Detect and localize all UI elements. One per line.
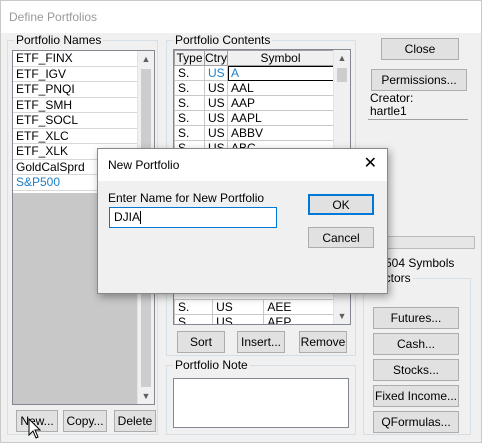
insert-button[interactable]: Insert... [237, 331, 285, 353]
close-icon[interactable]: ✕ [364, 154, 377, 174]
list-item[interactable]: ETF_SMH [13, 98, 138, 113]
col-symbol[interactable]: Symbol [227, 50, 334, 66]
portfolio-name-input[interactable]: DJIA [109, 207, 277, 228]
list-item[interactable]: ETF_SOCL [13, 113, 138, 129]
contents-grid-lower: S. US AEE S. US AEP [174, 299, 334, 324]
cell-type[interactable]: S. [174, 110, 205, 126]
cell-ctry[interactable]: US [204, 125, 228, 141]
cell-symbol[interactable]: AAL [227, 80, 334, 96]
close-button[interactable]: Close [381, 38, 459, 60]
cell-ctry[interactable]: US [212, 299, 265, 315]
cell-type[interactable]: S. [174, 299, 214, 315]
cell-ctry[interactable]: US [212, 314, 265, 324]
cell-symbol[interactable]: AEE [263, 299, 334, 315]
delete-portfolio-button[interactable]: Delete [114, 410, 156, 432]
fixed-income-button[interactable]: Fixed Income... [373, 385, 459, 407]
cell-ctry[interactable]: US [204, 65, 228, 81]
selectors-group: ectors Futures... Cash... Stocks... Fixe… [363, 271, 471, 435]
col-ctry[interactable]: Ctry [204, 50, 228, 66]
table-row[interactable]: S. US AAL [174, 80, 334, 96]
portfolio-note-label: Portfolio Note [173, 358, 250, 372]
copy-portfolio-button[interactable]: Copy... [63, 410, 107, 432]
cell-symbol[interactable]: AAPL [227, 110, 334, 126]
cell-type[interactable]: S. [174, 95, 205, 111]
cancel-button[interactable]: Cancel [308, 227, 374, 248]
dialog-title-bar: New Portfolio ✕ [98, 149, 387, 181]
col-type[interactable]: Type [174, 50, 205, 66]
table-row[interactable]: S. US AAP [174, 95, 334, 111]
scroll-down-icon[interactable]: ▼ [138, 388, 154, 404]
table-row[interactable]: S. US ABBV [174, 125, 334, 141]
cell-ctry[interactable]: US [204, 95, 228, 111]
ok-button[interactable]: OK [308, 194, 374, 215]
portfolio-note-group: Portfolio Note [166, 358, 356, 435]
portfolio-names-label: Portfolio Names [14, 33, 104, 47]
scroll-down-icon[interactable]: ▼ [334, 308, 350, 324]
mouse-pointer-icon [28, 418, 42, 439]
window-title: Define Portfolios [9, 10, 98, 24]
creator-label: Creator: [370, 91, 414, 105]
list-item[interactable]: ETF_FINX [13, 51, 138, 67]
remove-button[interactable]: Remove [299, 331, 347, 353]
dialog-title: New Portfolio [108, 158, 180, 172]
title-bar: Define Portfolios [1, 1, 481, 33]
new-portfolio-dialog: New Portfolio ✕ Enter Name for New Portf… [97, 148, 388, 294]
cell-type[interactable]: S. [174, 314, 214, 324]
list-item[interactable]: ETF_PNQI [13, 82, 138, 98]
cell-type[interactable]: S. [174, 125, 205, 141]
portfolio-contents-label: Portfolio Contents [173, 33, 273, 47]
scroll-up-icon[interactable]: ▲ [138, 51, 154, 67]
cell-ctry[interactable]: US [204, 110, 228, 126]
table-row[interactable]: S. US AEE [174, 299, 334, 315]
table-row[interactable]: S. US A [174, 65, 334, 81]
dialog-prompt: Enter Name for New Portfolio [108, 191, 265, 205]
contents-grid: Type Ctry Symbol S. US A S. US AAL S. US AAP S. US… [174, 50, 334, 156]
portfolio-note-field[interactable] [173, 378, 349, 428]
cell-symbol[interactable]: AEP [263, 314, 334, 324]
permissions-button[interactable]: Permissions... [371, 69, 467, 91]
symbols-count: 504 Symbols [385, 256, 455, 270]
cell-type[interactable]: S. [174, 80, 205, 96]
list-item[interactable]: ETF_IGV [13, 67, 138, 82]
cell-type[interactable]: S. [174, 65, 205, 81]
creator-value: hartle1 [368, 104, 468, 120]
scroll-up-icon[interactable]: ▲ [334, 50, 350, 66]
cell-symbol[interactable]: AAP [227, 95, 334, 111]
qformulas-button[interactable]: QFormulas... [373, 411, 459, 433]
text-caret [140, 211, 142, 225]
portfolio-name-value: DJIA [114, 210, 141, 224]
scroll-thumb[interactable] [337, 68, 347, 82]
table-row[interactable]: S. US AAPL [174, 110, 334, 126]
cell-symbol[interactable]: ABBV [227, 125, 334, 141]
cash-button[interactable]: Cash... [373, 333, 459, 355]
sort-button[interactable]: Sort [177, 331, 225, 353]
list-item[interactable]: ETF_XLC [13, 129, 138, 144]
futures-button[interactable]: Futures... [373, 307, 459, 329]
cell-ctry[interactable]: US [204, 80, 228, 96]
cell-symbol[interactable]: A [227, 65, 334, 81]
table-row[interactable]: S. US AEP [174, 314, 334, 324]
stocks-button[interactable]: Stocks... [373, 359, 459, 381]
